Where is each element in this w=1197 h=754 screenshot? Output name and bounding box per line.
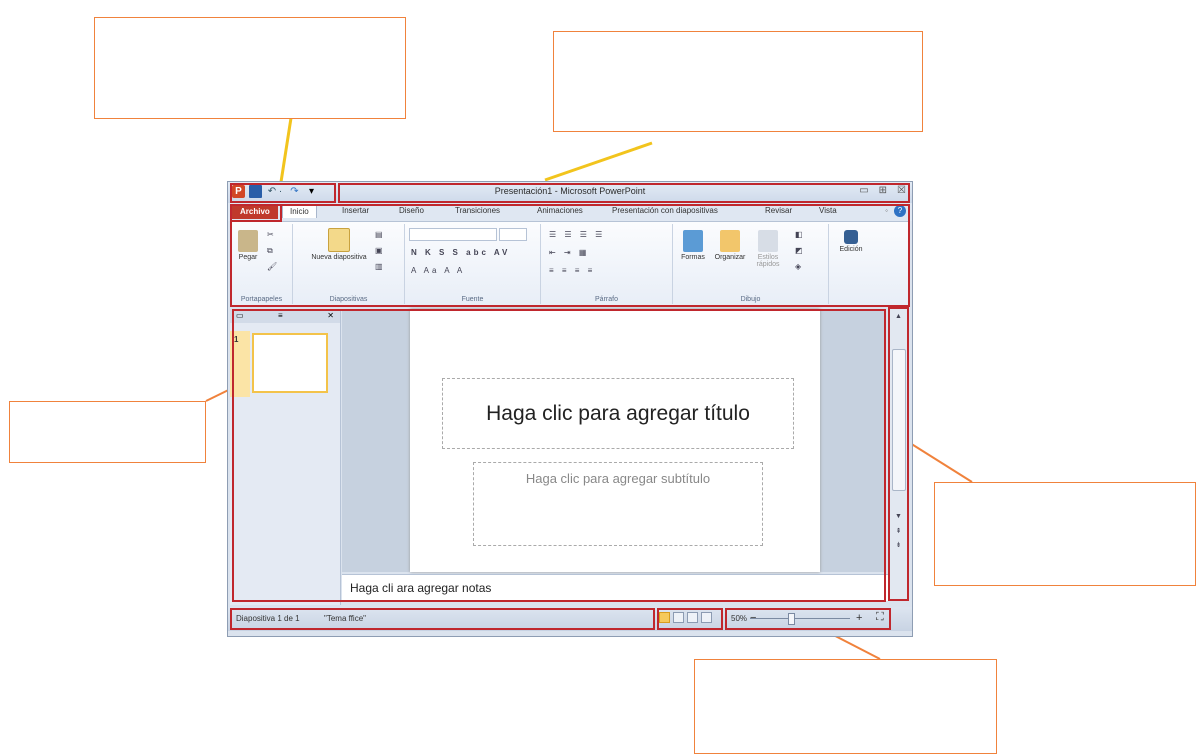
callout-box-titlebar [553,31,923,132]
highlight-zoom-controls [725,608,891,630]
highlight-status-left [230,608,655,630]
callout-box-qat [94,17,406,119]
highlight-work-area [232,309,886,602]
connector-titlebar [544,141,653,182]
callout-box-statusbar [694,659,997,754]
highlight-vertical-scrollbar [888,307,909,601]
connector-qat [279,117,293,183]
highlight-title-bar [338,183,910,203]
highlight-ribbon [230,204,910,307]
highlight-quick-access-toolbar [230,183,336,203]
callout-box-scrollbar [934,482,1196,586]
powerpoint-window: P ↶ · ↷ ▾ Presentación1 - Microsoft Powe… [227,181,913,637]
callout-box-slides-pane [9,401,206,463]
highlight-view-buttons [657,608,723,630]
